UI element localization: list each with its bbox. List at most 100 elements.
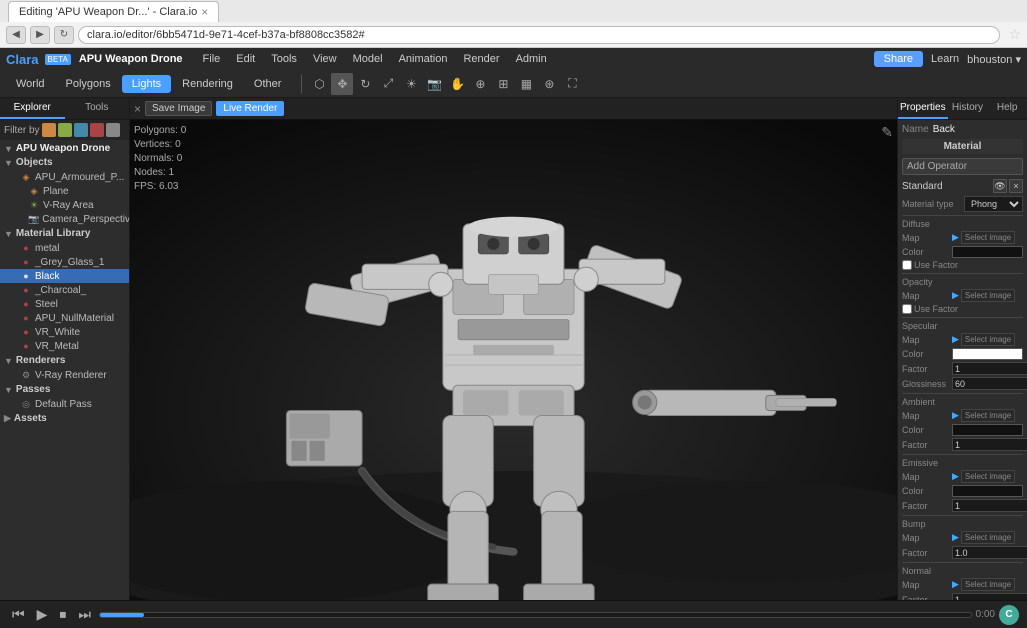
emissive-select-image-btn[interactable]: Select image bbox=[961, 470, 1015, 483]
forward-btn[interactable]: ▶ bbox=[30, 26, 50, 44]
tree-root[interactable]: ▼ APU Weapon Drone bbox=[0, 142, 129, 155]
rotate-tool-btn[interactable]: ↻ bbox=[354, 73, 376, 95]
tree-item-metal[interactable]: ● metal bbox=[0, 241, 129, 255]
save-image-btn[interactable]: Save Image bbox=[145, 101, 212, 116]
snap-tool-btn[interactable]: ⊞ bbox=[492, 73, 514, 95]
tree-section-passes[interactable]: ▼ Passes bbox=[0, 382, 129, 397]
emissive-map-arrow[interactable]: ▶ bbox=[952, 471, 959, 482]
specular-select-image-btn[interactable]: Select image bbox=[961, 333, 1015, 346]
add-operator-btn[interactable]: Add Operator bbox=[902, 158, 1023, 175]
diffuse-select-image-btn[interactable]: Select image bbox=[961, 231, 1015, 244]
bump-factor-input[interactable] bbox=[952, 546, 1027, 559]
tree-item-black[interactable]: ● Black bbox=[0, 269, 129, 283]
menu-animation[interactable]: Animation bbox=[391, 51, 456, 67]
use-factor-checkbox[interactable] bbox=[902, 260, 912, 270]
filter-other-icon[interactable] bbox=[106, 123, 120, 137]
normal-select-image-btn[interactable]: Select image bbox=[961, 578, 1015, 591]
menu-edit[interactable]: Edit bbox=[228, 51, 263, 67]
tree-item-vr-metal[interactable]: ● VR_Metal bbox=[0, 339, 129, 353]
bookmark-icon[interactable]: ☆ bbox=[1008, 26, 1021, 43]
menu-tools[interactable]: Tools bbox=[263, 51, 305, 67]
viewport-edit-btn[interactable]: ✎ bbox=[881, 124, 893, 141]
filter-mat-icon[interactable] bbox=[90, 123, 104, 137]
move-tool-btn[interactable]: ✥ bbox=[331, 73, 353, 95]
tree-item-grey-glass[interactable]: ● _Grey_Glass_1 bbox=[0, 255, 129, 269]
stop-btn[interactable]: ⏹ bbox=[55, 604, 70, 625]
share-button[interactable]: Share bbox=[874, 51, 923, 67]
camera-tool-btn[interactable]: 📷 bbox=[423, 73, 445, 95]
emissive-color-swatch[interactable] bbox=[952, 485, 1023, 497]
tree-item-vr-white[interactable]: ● VR_White bbox=[0, 325, 129, 339]
bump-select-image-btn[interactable]: Select image bbox=[961, 531, 1015, 544]
emissive-factor-input[interactable] bbox=[952, 499, 1027, 512]
filter-mesh-icon[interactable] bbox=[42, 123, 56, 137]
tab-polygons[interactable]: Polygons bbox=[56, 75, 121, 93]
opacity-use-factor-checkbox[interactable] bbox=[902, 304, 912, 314]
diffuse-color-swatch[interactable] bbox=[952, 246, 1023, 258]
menu-admin[interactable]: Admin bbox=[508, 51, 555, 67]
fullscreen-tool-btn[interactable]: ⛶ bbox=[561, 73, 583, 95]
normal-map-arrow[interactable]: ▶ bbox=[952, 579, 959, 590]
rewind-btn[interactable]: ⏮ bbox=[8, 604, 29, 625]
tree-item-default-pass[interactable]: ◎ Default Pass bbox=[0, 397, 129, 411]
tree-item-apu[interactable]: ◈ APU_Armoured_P... bbox=[0, 170, 129, 184]
target-tool-btn[interactable]: ⊕ bbox=[469, 73, 491, 95]
specular-map-arrow[interactable]: ▶ bbox=[952, 334, 959, 345]
tree-item-charcoal[interactable]: ● _Charcoal_ bbox=[0, 283, 129, 297]
ambient-color-swatch[interactable] bbox=[952, 424, 1023, 436]
tree-item-vray-renderer[interactable]: ⚙ V-Ray Renderer bbox=[0, 368, 129, 382]
learn-button[interactable]: Learn bbox=[931, 53, 959, 65]
ambient-select-image-btn[interactable]: Select image bbox=[961, 409, 1015, 422]
tab-close-btn[interactable]: × bbox=[201, 5, 208, 19]
menu-view[interactable]: View bbox=[305, 51, 345, 67]
tree-item-plane[interactable]: ◈ Plane bbox=[0, 184, 129, 198]
opacity-map-arrow[interactable]: ▶ bbox=[952, 290, 959, 301]
browser-tab[interactable]: Editing 'APU Weapon Dr...' - Clara.io × bbox=[8, 1, 219, 22]
tree-section-renderers[interactable]: ▼ Renderers bbox=[0, 353, 129, 368]
scale-tool-btn[interactable]: ⤢ bbox=[377, 73, 399, 95]
viewport-canvas[interactable]: Polygons: 0 Vertices: 0 Normals: 0 Nodes… bbox=[130, 120, 897, 600]
back-btn[interactable]: ◀ bbox=[6, 26, 26, 44]
filter-cam-icon[interactable] bbox=[74, 123, 88, 137]
axis-tool-btn[interactable]: ⊛ bbox=[538, 73, 560, 95]
tab-history[interactable]: History bbox=[948, 98, 988, 119]
address-bar[interactable] bbox=[78, 26, 1000, 44]
material-type-select[interactable]: Phong bbox=[964, 196, 1023, 212]
play-btn[interactable]: ▶ bbox=[33, 604, 52, 625]
tab-explorer[interactable]: Explorer bbox=[0, 98, 65, 119]
tree-section-objects[interactable]: ▼ Objects bbox=[0, 155, 129, 170]
grid-tool-btn[interactable]: ▦ bbox=[515, 73, 537, 95]
opacity-select-image-btn[interactable]: Select image bbox=[961, 289, 1015, 302]
menu-model[interactable]: Model bbox=[345, 51, 391, 67]
bump-map-arrow[interactable]: ▶ bbox=[952, 532, 959, 543]
tab-world[interactable]: World bbox=[6, 75, 55, 93]
tree-item-apu-null[interactable]: ● APU_NullMaterial bbox=[0, 311, 129, 325]
material-close-btn[interactable]: × bbox=[1009, 179, 1023, 193]
hand-tool-btn[interactable]: ✋ bbox=[446, 73, 468, 95]
forward-btn[interactable]: ⏭ bbox=[74, 604, 95, 625]
timeline[interactable] bbox=[99, 612, 972, 618]
filter-light-icon[interactable] bbox=[58, 123, 72, 137]
light-tool-btn[interactable]: ☀ bbox=[400, 73, 422, 95]
tree-section-assets[interactable]: ▶ Assets bbox=[0, 411, 129, 426]
tree-item-camera[interactable]: 📷 Camera_Perspectiv... bbox=[0, 212, 129, 226]
tab-tools[interactable]: Tools bbox=[65, 98, 130, 119]
menu-file[interactable]: File bbox=[195, 51, 229, 67]
live-render-btn[interactable]: Live Render bbox=[216, 101, 284, 116]
user-menu[interactable]: bhouston ▾ bbox=[967, 53, 1021, 66]
tab-properties[interactable]: Properties bbox=[898, 98, 948, 119]
specular-factor-input[interactable] bbox=[952, 362, 1027, 375]
material-eye-btn[interactable]: 👁 bbox=[993, 179, 1007, 193]
tab-help[interactable]: Help bbox=[987, 98, 1027, 119]
normal-factor-input[interactable] bbox=[952, 593, 1027, 600]
tree-item-vray-area[interactable]: ☀ V-Ray Area bbox=[0, 198, 129, 212]
specular-color-swatch[interactable] bbox=[952, 348, 1023, 360]
select-tool-btn[interactable]: ⬡ bbox=[308, 73, 330, 95]
ambient-factor-input[interactable] bbox=[952, 438, 1027, 451]
tab-lights[interactable]: Lights bbox=[122, 75, 171, 93]
ambient-map-arrow[interactable]: ▶ bbox=[952, 410, 959, 421]
refresh-btn[interactable]: ↻ bbox=[54, 26, 74, 44]
diffuse-map-arrow[interactable]: ▶ bbox=[952, 232, 959, 243]
tab-rendering[interactable]: Rendering bbox=[172, 75, 243, 93]
tree-section-materials[interactable]: ▼ Material Library bbox=[0, 226, 129, 241]
